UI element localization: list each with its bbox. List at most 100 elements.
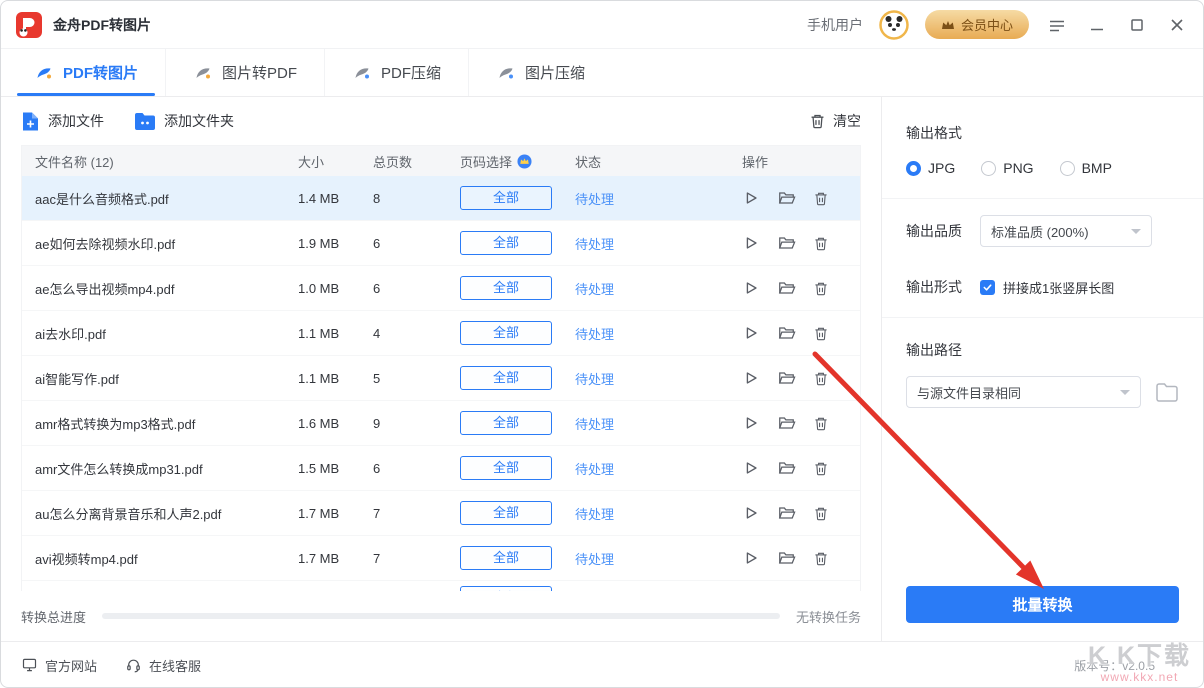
delete-icon[interactable] <box>813 235 829 252</box>
vip-center-button[interactable]: 会员中心 <box>925 10 1029 39</box>
path-value: 与源文件目录相同 <box>917 383 1021 402</box>
page-select-button[interactable]: 全部 <box>460 186 552 210</box>
delete-icon[interactable] <box>813 280 829 297</box>
delete-icon[interactable] <box>813 415 829 432</box>
play-icon[interactable] <box>742 234 760 252</box>
page-count: 7 <box>373 506 460 521</box>
page-select-button[interactable]: 全部 <box>460 501 552 525</box>
play-icon[interactable] <box>742 459 760 477</box>
header-size: 大小 <box>298 152 373 171</box>
page-select-button[interactable]: 全部 <box>460 411 552 435</box>
browse-folder-icon[interactable] <box>1155 382 1179 403</box>
path-dropdown[interactable]: 与源文件目录相同 <box>906 376 1141 408</box>
table-row[interactable]: ai智能写作.pdf 1.1 MB 5 全部 待处理 <box>22 356 860 401</box>
file-table: 文件名称 (12) 大小 总页数 页码选择 状态 操作 aac是什么音频格式.p… <box>21 145 861 591</box>
crown-icon <box>941 19 955 31</box>
maximize-icon[interactable] <box>1125 13 1149 37</box>
page-select-button[interactable]: 全部 <box>460 276 552 300</box>
play-icon[interactable] <box>742 549 760 567</box>
radio-jpg[interactable]: JPG <box>906 160 955 176</box>
add-file-icon <box>21 111 40 132</box>
close-icon[interactable] <box>1165 13 1189 37</box>
tab-image-to-pdf-icon <box>193 63 213 83</box>
output-path-section: 输出路径 与源文件目录相同 <box>882 318 1203 430</box>
table-row[interactable]: ae如何去除视频水印.pdf 1.9 MB 6 全部 待处理 <box>22 221 860 266</box>
output-path-label: 输出路径 <box>906 340 1179 360</box>
clear-list-button[interactable]: 清空 <box>809 111 861 131</box>
page-count: 9 <box>373 416 460 431</box>
page-count: 8 <box>373 191 460 206</box>
quality-dropdown[interactable]: 标准品质 (200%) <box>980 215 1152 247</box>
tab-pdf-compress[interactable]: PDF压缩 <box>324 49 468 96</box>
app-title: 金舟PDF转图片 <box>53 15 151 35</box>
table-row[interactable]: avi视频转mp4.pdf 1.7 MB 7 全部 待处理 <box>22 536 860 581</box>
chevron-down-icon <box>1131 229 1141 239</box>
delete-icon[interactable] <box>813 460 829 477</box>
tab-pdf-to-image[interactable]: PDF转图片 <box>7 49 165 96</box>
play-icon[interactable] <box>742 414 760 432</box>
radio-png[interactable]: PNG <box>981 160 1033 176</box>
minimize-icon[interactable] <box>1085 13 1109 37</box>
play-icon[interactable] <box>742 324 760 342</box>
open-folder-icon[interactable] <box>777 369 796 387</box>
table-row[interactable]: au怎么分离背景音乐和人声2.pdf 1.7 MB 7 全部 待处理 <box>22 491 860 536</box>
vip-crown-badge-icon <box>517 154 532 169</box>
open-folder-icon[interactable] <box>777 279 796 297</box>
page-select-button[interactable]: 全部 <box>460 456 552 480</box>
play-icon[interactable] <box>742 369 760 387</box>
add-folder-icon <box>134 112 156 131</box>
open-folder-icon[interactable] <box>777 459 796 477</box>
open-folder-icon[interactable] <box>777 189 796 207</box>
status-text: 待处理 <box>575 237 614 252</box>
add-file-button[interactable]: 添加文件 <box>21 111 104 132</box>
file-size: 1.4 MB <box>298 191 373 206</box>
panda-badge-icon[interactable] <box>879 10 909 40</box>
add-folder-button[interactable]: 添加文件夹 <box>134 111 234 131</box>
table-row[interactable]: aac是什么音频格式.pdf 1.4 MB 8 全部 待处理 <box>22 176 860 221</box>
file-name: amr格式转换为mp3格式.pdf <box>22 414 298 433</box>
table-row[interactable]: amr格式转换为mp3格式.pdf 1.6 MB 9 全部 待处理 <box>22 401 860 446</box>
header-actions: 操作 <box>742 152 860 171</box>
output-form-label: 输出形式 <box>906 277 962 297</box>
open-folder-icon[interactable] <box>777 324 796 342</box>
progress-label: 转换总进度 <box>21 607 86 626</box>
delete-icon[interactable] <box>813 370 829 387</box>
delete-icon[interactable] <box>813 505 829 522</box>
file-size: 1.1 MB <box>298 371 373 386</box>
delete-icon[interactable] <box>813 325 829 342</box>
menu-icon[interactable] <box>1045 13 1069 37</box>
official-site-link[interactable]: 官方网站 <box>21 656 97 675</box>
stitch-long-image-checkbox[interactable]: 拼接成1张竖屏长图 <box>980 278 1114 297</box>
settings-panel: 输出格式 JPG PNG BMP 输 <box>882 97 1203 641</box>
open-folder-icon[interactable] <box>777 234 796 252</box>
table-row-partial[interactable]: 全部 <box>22 581 860 591</box>
batch-convert-button[interactable]: 批量转换 <box>906 586 1179 623</box>
page-count: 6 <box>373 281 460 296</box>
table-row[interactable]: ai去水印.pdf 1.1 MB 4 全部 待处理 <box>22 311 860 356</box>
page-select-button[interactable]: 全部 <box>460 231 552 255</box>
open-folder-icon[interactable] <box>777 414 796 432</box>
open-folder-icon[interactable] <box>777 549 796 567</box>
output-format-label: 输出格式 <box>906 123 1179 143</box>
tab-image-compress[interactable]: 图片压缩 <box>468 49 612 96</box>
page-select-button[interactable]: 全部 <box>460 366 552 390</box>
online-service-link[interactable]: 在线客服 <box>125 656 201 675</box>
page-select-button[interactable]: 全部 <box>460 321 552 345</box>
delete-icon[interactable] <box>813 190 829 207</box>
page-select-button[interactable]: 全部 <box>460 546 552 570</box>
play-icon[interactable] <box>742 279 760 297</box>
tab-bar: PDF转图片 图片转PDF PDF压缩 图片压缩 <box>1 49 1203 97</box>
play-icon[interactable] <box>742 504 760 522</box>
radio-dot <box>906 161 921 176</box>
open-folder-icon[interactable] <box>777 504 796 522</box>
table-row[interactable]: amr文件怎么转换成mp31.pdf 1.5 MB 6 全部 待处理 <box>22 446 860 491</box>
headset-icon <box>125 657 142 673</box>
play-icon[interactable] <box>742 189 760 207</box>
delete-icon[interactable] <box>813 550 829 567</box>
user-label[interactable]: 手机用户 <box>807 15 863 35</box>
file-toolbar: 添加文件 添加文件夹 清空 <box>1 97 881 145</box>
radio-bmp[interactable]: BMP <box>1060 160 1112 176</box>
table-row[interactable]: ae怎么导出视频mp4.pdf 1.0 MB 6 全部 待处理 <box>22 266 860 311</box>
radio-dot <box>981 161 996 176</box>
tab-image-to-pdf[interactable]: 图片转PDF <box>165 49 324 96</box>
